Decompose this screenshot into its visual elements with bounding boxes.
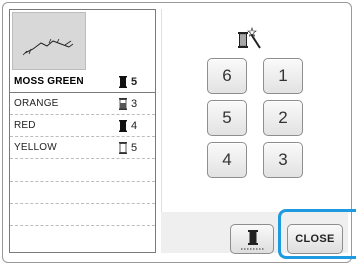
color-name: ORANGE (14, 98, 59, 109)
sequence-button-5[interactable]: 5 (207, 100, 247, 136)
spool-dotted-icon (241, 230, 265, 250)
color-row-2[interactable]: ORANGE 3 (10, 93, 155, 115)
sequence-button-6[interactable]: 6 (207, 58, 247, 94)
close-button-label: CLOSE (295, 233, 335, 245)
color-count: 3 (131, 98, 138, 110)
color-row-1[interactable]: MOSS GREEN 5 (10, 71, 155, 93)
color-name: YELLOW (14, 142, 57, 153)
color-name: RED (14, 120, 36, 131)
empty-row-divider (10, 202, 155, 204)
stitch-pattern-icon (22, 38, 74, 56)
sequence-button-3[interactable]: 3 (263, 142, 303, 178)
spool-half-icon (119, 98, 127, 110)
spool-empty-icon (119, 142, 127, 154)
color-count: 4 (131, 120, 138, 132)
color-list-panel: MOSS GREEN 5 ORANGE 3 RED 4 YELLOW 5 (9, 9, 156, 253)
embroidery-preview (12, 12, 86, 70)
color-count: 5 (131, 76, 138, 88)
sequence-button-4[interactable]: 4 (207, 142, 247, 178)
thread-spool-button[interactable] (230, 224, 274, 254)
empty-row-divider (10, 180, 155, 182)
sequence-button-1[interactable]: 1 (263, 58, 303, 94)
empty-row-divider (10, 224, 155, 226)
spool-filled-icon (119, 120, 127, 132)
thread-spool-wand-icon (238, 27, 261, 49)
spool-filled-icon (119, 76, 127, 88)
close-button[interactable]: CLOSE (287, 224, 343, 254)
color-row-3[interactable]: RED 4 (10, 115, 155, 137)
color-count: 5 (131, 142, 138, 154)
color-name: MOSS GREEN (14, 76, 84, 87)
color-row-4[interactable]: YELLOW 5 (10, 137, 155, 159)
sequence-area: 6 1 5 2 4 3 (161, 9, 349, 212)
sequence-button-2[interactable]: 2 (263, 100, 303, 136)
